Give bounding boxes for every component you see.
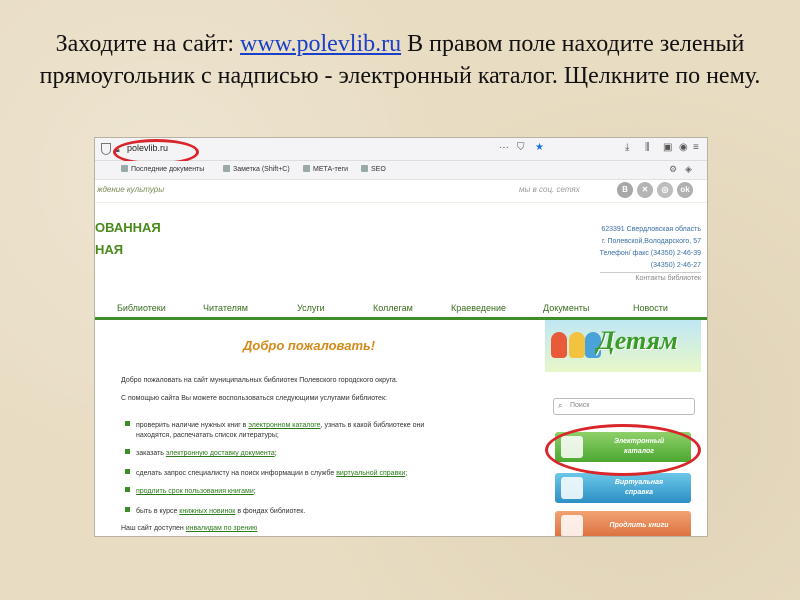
catalog-link[interactable]: электронном каталоге <box>248 422 320 429</box>
site-link[interactable]: www.polevlib.ru <box>240 31 401 57</box>
list-item: быть в курсе книжных новинок в фондах би… <box>125 507 305 517</box>
virtual-help-button[interactable]: Виртуальная справка <box>555 473 691 503</box>
browser-screenshot: 🔒︎ polevlib.ru ··· ⛉ ★ ⤓ ⫼ ▣ ◉ ≡ Последн… <box>94 137 708 537</box>
question-icon <box>561 477 583 499</box>
bookmark-icon <box>223 165 230 172</box>
welcome-heading: Добро пожаловать! <box>243 338 376 353</box>
site-topbar: ждение культуры мы в соц. сетях В ✕ ◎ ok <box>95 180 707 203</box>
bullet-icon <box>125 421 130 426</box>
bullet-icon <box>125 507 130 512</box>
slide-title: Заходите на сайт: www.polevlib.ru В прав… <box>30 28 770 92</box>
star-icon[interactable]: ★ <box>535 142 544 153</box>
menu-icon[interactable]: ≡ <box>693 142 699 153</box>
site-subtitle: ждение культуры <box>97 185 165 194</box>
nav-item[interactable]: Читателям <box>203 303 248 313</box>
virtual-help-link[interactable]: виртуальной справки <box>336 470 405 477</box>
list-item: продлить срок пользования книгами; <box>125 487 256 497</box>
odnoklassniki-icon[interactable]: ok <box>677 182 693 198</box>
main-nav: Библиотеки Читателям Услуги Коллегам Кра… <box>95 301 707 320</box>
bookmark-item[interactable]: МЕТА-теги <box>303 165 348 173</box>
download-icon[interactable]: ⤓ <box>625 142 629 153</box>
title-text-before: Заходите на сайт: <box>55 31 241 57</box>
search-placeholder: Поиск <box>570 402 590 409</box>
twitter-icon[interactable]: ✕ <box>637 182 653 198</box>
list-item: проверить наличие нужных книг в электрон… <box>125 421 424 431</box>
vk-icon[interactable]: В <box>617 182 633 198</box>
kids-label: Детям <box>597 326 678 355</box>
bullet-icon <box>125 469 130 474</box>
bullet-icon <box>125 449 130 454</box>
bookmark-item[interactable]: Последние документы <box>121 165 204 173</box>
new-books-link[interactable]: книжных новинок <box>179 508 235 515</box>
library-icon[interactable]: ⫼ <box>645 142 650 153</box>
more-icon[interactable]: ··· <box>499 142 509 153</box>
renew-link[interactable]: продлить срок пользования книгами <box>136 488 254 495</box>
contacts-block: 623391 Свердловская область г. Полевской… <box>599 224 701 285</box>
search-icon: ⌕ <box>558 401 563 410</box>
catalog-highlight-ring <box>545 424 701 476</box>
social-label: мы в соц. сетях <box>519 185 580 194</box>
bookmark-icon <box>121 165 128 172</box>
extension-icon-2[interactable]: ◈ <box>685 164 692 175</box>
delivery-link[interactable]: электронную доставку документа <box>166 450 275 457</box>
account-icon[interactable]: ◉ <box>679 142 688 153</box>
site-name: ОВАННАЯ НАЯ <box>95 220 161 257</box>
renew-books-button[interactable]: Продлить книги <box>555 511 691 536</box>
services-intro: С помощью сайта Вы можете воспользоватьс… <box>121 395 387 402</box>
bookmarks-bar: Последние документы Заметка (Shift+C) МЕ… <box>95 161 707 180</box>
list-item: сделать запрос специалисту на поиск инфо… <box>125 469 407 479</box>
bookmark-item[interactable]: Заметка (Shift+C) <box>223 165 290 173</box>
list-item: заказать электронную доставку документа; <box>125 449 277 459</box>
search-input[interactable]: ⌕ Поиск <box>553 398 695 415</box>
pocket-icon[interactable]: ⛉ <box>517 142 525 153</box>
child-figure-icon <box>569 332 585 358</box>
intro-text: Добро пожаловать на сайт муниципальных б… <box>121 377 398 384</box>
kids-banner[interactable]: Детям <box>545 320 701 372</box>
bullet-icon <box>125 487 130 492</box>
child-figure-icon <box>551 332 567 358</box>
sidebar-icon[interactable]: ▣ <box>663 142 672 153</box>
nav-item[interactable]: Коллегам <box>373 303 413 313</box>
instagram-icon[interactable]: ◎ <box>657 182 673 198</box>
nav-item[interactable]: Новости <box>633 303 668 313</box>
nav-item[interactable]: Краеведение <box>451 303 506 313</box>
bookmark-icon <box>361 165 368 172</box>
shield-icon <box>101 143 111 155</box>
accessibility-link[interactable]: инвалидам по зрению <box>186 525 258 532</box>
laptop-icon <box>561 515 583 536</box>
main-content: Добро пожаловать! Добро пожаловать на са… <box>95 320 543 536</box>
nav-item[interactable]: Документы <box>543 303 589 313</box>
bookmark-item[interactable]: SEO <box>361 165 386 173</box>
nav-item[interactable]: Услуги <box>297 303 325 313</box>
list-item-cont: находятся, распечатать список литературы… <box>136 432 279 439</box>
contacts-link[interactable]: Контакты библиотек <box>600 273 701 285</box>
bookmark-icon <box>303 165 310 172</box>
accessibility-text: Наш сайт доступен инвалидам по зрению <box>121 525 258 532</box>
extension-icon[interactable]: ⚙ <box>669 164 677 175</box>
nav-item[interactable]: Библиотеки <box>117 303 166 313</box>
